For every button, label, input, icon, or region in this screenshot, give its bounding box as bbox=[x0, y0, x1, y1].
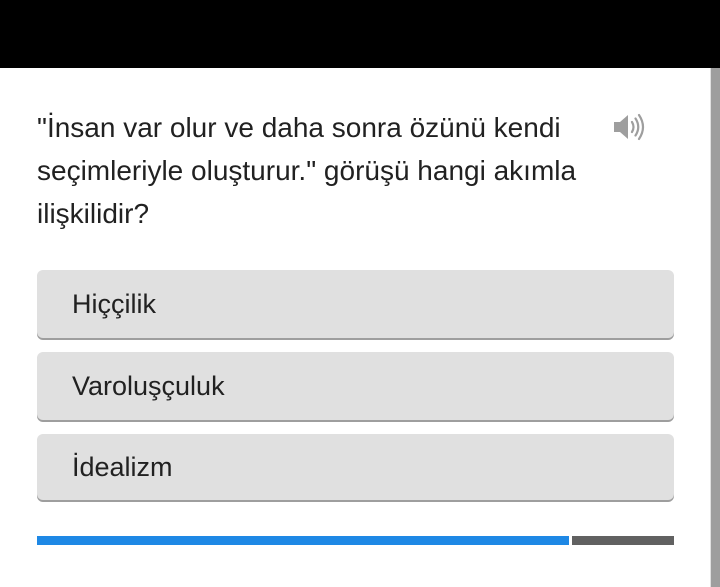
question-text: "İnsan var olur ve daha sonra özünü kend… bbox=[37, 112, 577, 229]
option-label: İdealizm bbox=[72, 451, 173, 482]
option-label: Varoluşçuluk bbox=[72, 370, 225, 401]
progress-bar-remaining bbox=[571, 536, 674, 545]
scrollbar[interactable] bbox=[711, 68, 720, 587]
progress-bar bbox=[37, 536, 674, 545]
option-idealizm-button[interactable]: İdealizm bbox=[37, 434, 674, 500]
option-varoluscu-button[interactable]: Varoluşçuluk bbox=[37, 352, 674, 420]
speaker-icon[interactable] bbox=[611, 112, 649, 142]
progress-bar-fill bbox=[37, 536, 569, 545]
answer-options: Hiççilik Varoluşçuluk İdealizm bbox=[37, 270, 674, 500]
option-hiccilik-button[interactable]: Hiççilik bbox=[37, 270, 674, 338]
option-label: Hiççilik bbox=[72, 288, 156, 319]
top-bar bbox=[0, 0, 720, 68]
